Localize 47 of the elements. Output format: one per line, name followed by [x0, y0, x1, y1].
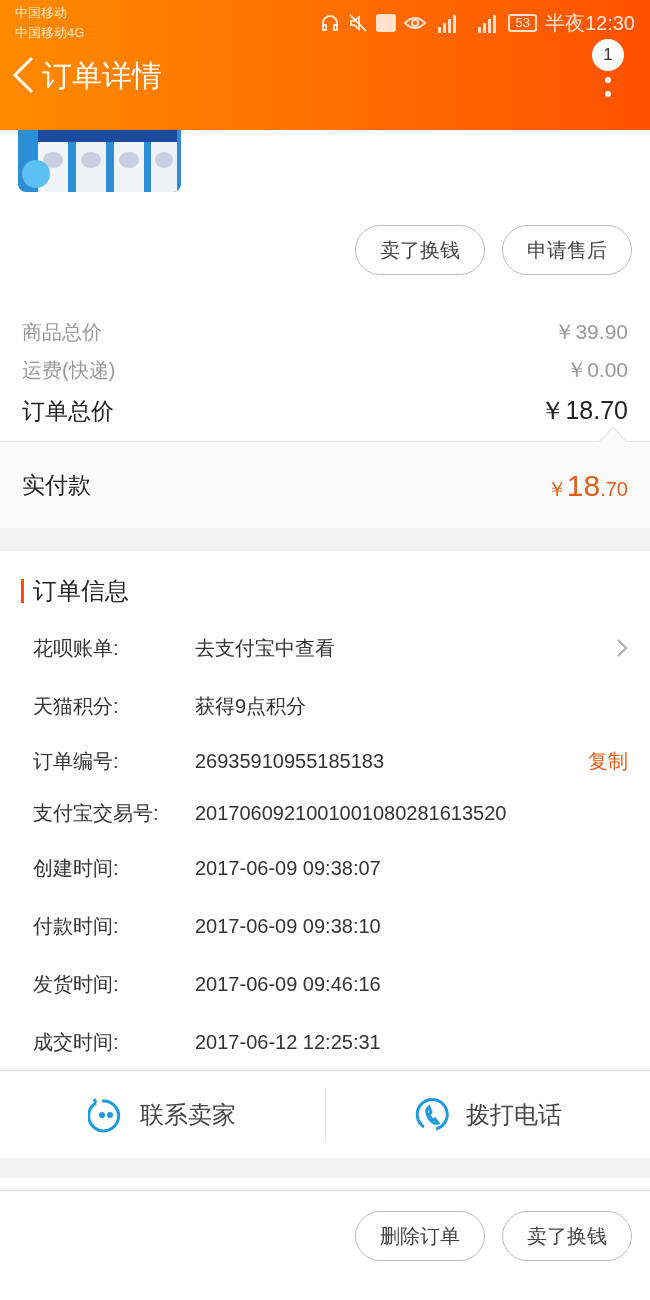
chevron-right-icon[interactable] [616, 638, 628, 658]
paid-amount-decimal: .70 [600, 476, 628, 502]
action-button[interactable]: 卖了换钱 [355, 225, 485, 275]
price-label: 商品总价 [22, 320, 102, 345]
info-value: 26935910955185183 [195, 749, 386, 774]
paid-label: 实付款 [22, 470, 91, 500]
info-label: 创建时间: [33, 856, 120, 881]
section-title: 订单信息 [33, 576, 129, 606]
info-value: 2017060921001001080281613520 [195, 801, 508, 826]
price-label: 订单总价 [22, 396, 114, 426]
info-label: 支付宝交易号: [33, 801, 160, 826]
contact-button[interactable]: 拨打电话 [324, 1089, 650, 1141]
page-title: 订单详情 [42, 57, 162, 94]
info-label: 订单编号: [33, 749, 120, 774]
status-time: 半夜12:30 [544, 11, 635, 36]
copy-link[interactable]: 复制 [588, 746, 628, 776]
carrier-name: 中国移动4G [15, 24, 85, 42]
info-value: 去支付宝中查看 [195, 636, 336, 661]
info-label: 花呗账单: [33, 636, 120, 661]
price-label: 运费(快递) [22, 358, 116, 383]
phone-icon [413, 1097, 450, 1133]
info-label: 天猫积分: [33, 694, 120, 719]
headphones-icon [320, 13, 341, 33]
info-value: 2017-06-09 09:46:16 [195, 972, 382, 997]
info-label: 发货时间: [33, 972, 120, 997]
battery-indicator: 53 [508, 14, 537, 32]
muted-speaker-icon [348, 13, 369, 33]
currency-symbol: ￥ [546, 476, 567, 502]
price-value: ￥0.00 [566, 357, 628, 384]
action-button[interactable]: 删除订单 [355, 1211, 485, 1261]
contact-button[interactable]: 联系卖家 [0, 1089, 325, 1141]
price-value: ￥18.70 [540, 395, 628, 427]
info-label: 付款时间: [33, 914, 120, 939]
price-value: ￥39.90 [554, 319, 628, 346]
action-button[interactable]: 卖了换钱 [502, 1211, 632, 1261]
info-value: 2017-06-09 09:38:07 [195, 856, 382, 881]
info-value: 2017-06-09 09:38:10 [195, 914, 382, 939]
back-icon[interactable] [10, 55, 36, 95]
notification-badge: 1 [592, 39, 624, 71]
info-label: 成交时间: [33, 1030, 120, 1055]
eye-icon [404, 15, 427, 31]
paid-amount: 18 [566, 467, 601, 504]
info-value: 获得9点积分 [195, 694, 308, 719]
action-button[interactable]: 申请售后 [502, 225, 632, 275]
more-button[interactable]: 1 [591, 39, 625, 105]
info-value: 2017-06-12 12:25:31 [195, 1030, 382, 1055]
carrier-name: 中国移动 [15, 4, 68, 22]
